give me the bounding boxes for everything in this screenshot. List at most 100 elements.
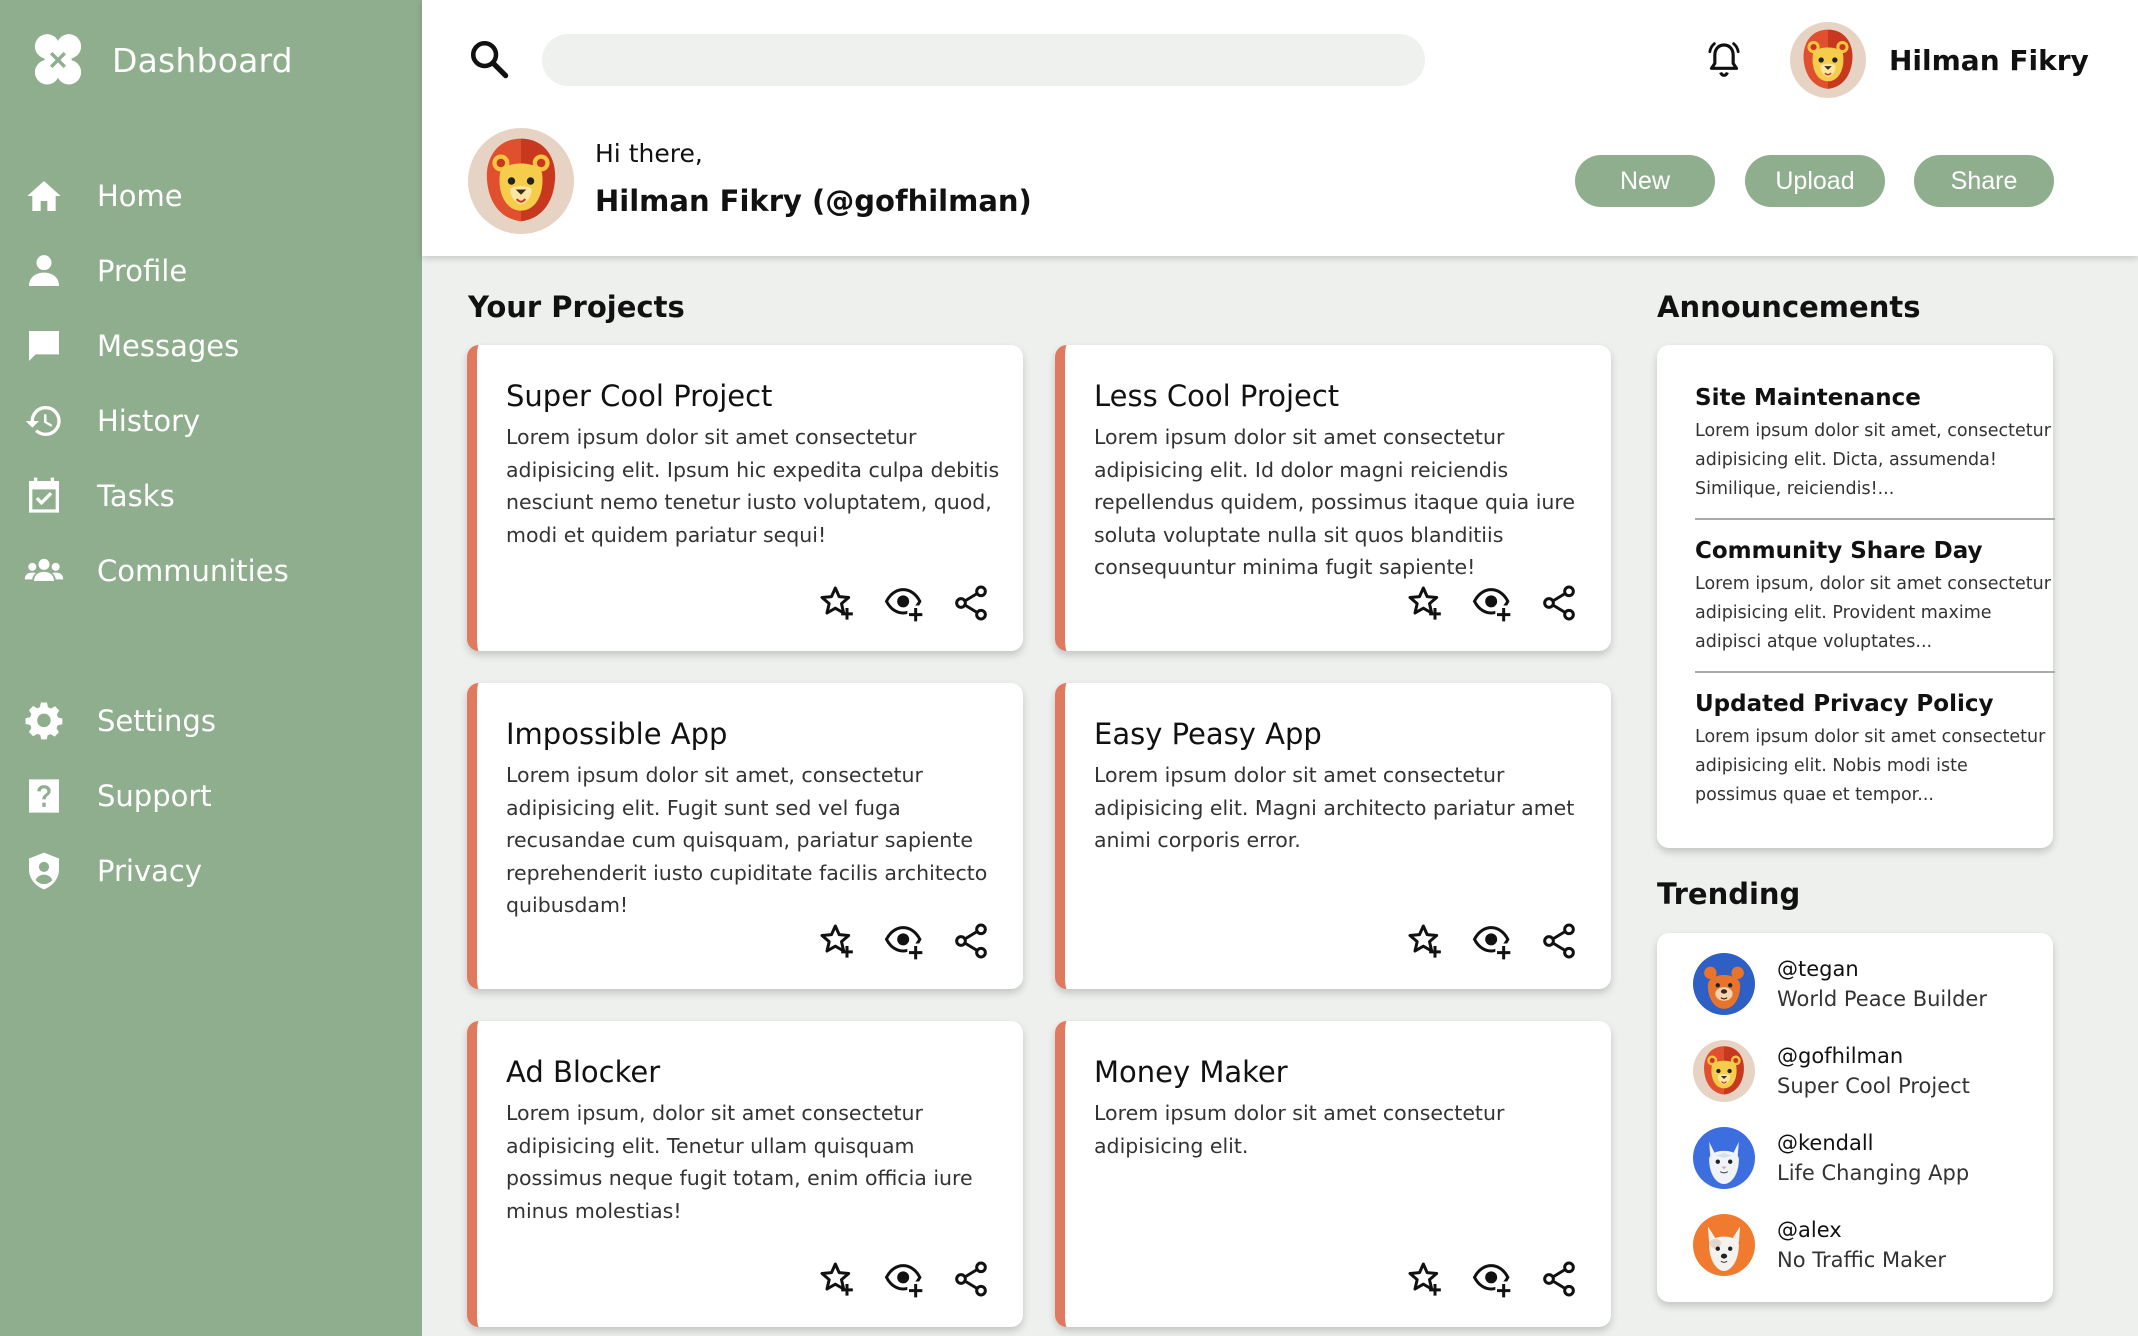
user-avatar[interactable] [1790,22,1866,98]
sidebar-item-history[interactable]: History [0,391,422,451]
project-description: Lorem ipsum dolor sit amet, consectetur … [506,763,988,917]
trending-item[interactable]: @gofhilman Super Cool Project [1693,1040,1970,1102]
sidebar-item-label: Home [97,179,183,213]
share-icon[interactable] [951,583,991,623]
trending-project: World Peace Builder [1777,987,1987,1011]
project-card[interactable]: Easy Peasy App Lorem ipsum dolor sit ame… [1055,683,1611,989]
project-title: Super Cool Project [506,379,773,413]
announcements-title: Announcements [1657,290,1921,324]
gear-icon [22,699,66,743]
sidebar-item-settings[interactable]: Settings [0,691,422,751]
project-description: Lorem ipsum dolor sit amet consectetur a… [1094,763,1575,852]
greeting-name: Hilman Fikry (@gofhilman) [595,184,1032,218]
project-description: Lorem ipsum dolor sit amet consectetur a… [506,425,1000,547]
trending-handle: @tegan [1777,957,1859,981]
star-plus-icon[interactable] [1405,583,1445,623]
announcement-item[interactable]: Community Share Day Lorem ipsum, dolor s… [1695,538,2055,657]
user-icon [22,249,66,293]
sidebar-item-support[interactable]: Support [0,766,422,826]
announcement-description: Lorem ipsum, dolor sit amet consectetur … [1695,574,2051,652]
trending-project: Super Cool Project [1777,1074,1970,1098]
bell-icon[interactable] [1704,40,1744,80]
project-card[interactable]: Impossible App Lorem ipsum dolor sit ame… [467,683,1023,989]
trending-item[interactable]: @alex No Traffic Maker [1693,1214,1946,1276]
clover-logo-icon [34,34,82,85]
trending-handle: @kendall [1777,1131,1874,1155]
announcement-item[interactable]: Site Maintenance Lorem ipsum dolor sit a… [1695,385,2055,504]
project-card[interactable]: Super Cool Project Lorem ipsum dolor sit… [467,345,1023,651]
star-plus-icon[interactable] [817,583,857,623]
trending-project: Life Changing App [1777,1161,1970,1185]
star-plus-icon[interactable] [817,1259,857,1299]
sidebar: Dashboard Home Profile Messages History … [0,0,422,1336]
dog-avatar [1693,1214,1755,1276]
shield-icon [22,849,66,893]
brand[interactable]: Dashboard [24,26,293,94]
eye-plus-icon[interactable] [1472,583,1512,623]
star-plus-icon[interactable] [1405,921,1445,961]
trending-handle: @alex [1777,1218,1842,1242]
greeting: Hi there, [595,139,703,168]
project-description: Lorem ipsum dolor sit amet consectetur a… [1094,1101,1505,1158]
upload-button[interactable]: Upload [1745,155,1885,207]
cat-avatar [1693,1127,1755,1189]
announcement-item[interactable]: Updated Privacy Policy Lorem ipsum dolor… [1695,691,2055,810]
sidebar-item-label: Messages [97,329,240,363]
project-card[interactable]: Money Maker Lorem ipsum dolor sit amet c… [1055,1021,1611,1327]
announcement-description: Lorem ipsum dolor sit amet, consectetur … [1695,421,2051,499]
help-icon [22,774,66,818]
project-title: Less Cool Project [1094,379,1340,413]
announcement-description: Lorem ipsum dolor sit amet consectetur a… [1695,727,2046,805]
share-icon[interactable] [951,1259,991,1299]
star-plus-icon[interactable] [1405,1259,1445,1299]
trending-project: No Traffic Maker [1777,1248,1946,1272]
sidebar-item-label: Tasks [97,479,175,513]
history-icon [22,399,66,443]
project-card[interactable]: Ad Blocker Lorem ipsum, dolor sit amet c… [467,1021,1023,1327]
eye-plus-icon[interactable] [884,921,924,961]
sidebar-item-label: Privacy [97,854,202,888]
sidebar-item-label: History [97,404,201,438]
project-card[interactable]: Less Cool Project Lorem ipsum dolor sit … [1055,345,1611,651]
trending-item[interactable]: @kendall Life Changing App [1693,1127,1969,1189]
divider [1695,671,2055,673]
trending-title: Trending [1657,877,1801,911]
sidebar-item-label: Settings [97,704,216,738]
projects-title: Your Projects [468,290,685,324]
user-name: Hilman Fikry [1889,44,2089,77]
sidebar-item-home[interactable]: Home [0,166,422,226]
search-icon[interactable] [468,38,510,80]
sidebar-item-messages[interactable]: Messages [0,316,422,376]
share-icon[interactable] [1539,921,1579,961]
users-icon [22,549,66,593]
bear-avatar [1693,953,1755,1015]
announcement-title: Community Share Day [1695,538,1983,564]
star-plus-icon[interactable] [817,921,857,961]
sidebar-item-privacy[interactable]: Privacy [0,841,422,901]
sidebar-item-label: Profile [97,254,188,288]
trending-item[interactable]: @tegan World Peace Builder [1693,953,1987,1015]
sidebar-item-profile[interactable]: Profile [0,241,422,301]
project-title: Easy Peasy App [1094,717,1322,751]
share-icon[interactable] [1539,1259,1579,1299]
lion-avatar [1693,1040,1755,1102]
eye-plus-icon[interactable] [884,1259,924,1299]
trending-panel: @tegan World Peace Builder @gofhilman Su… [1657,933,2053,1302]
share-icon[interactable] [951,921,991,961]
announcements-panel: Site Maintenance Lorem ipsum dolor sit a… [1657,345,2055,848]
sidebar-item-tasks[interactable]: Tasks [0,466,422,526]
app-title: Dashboard [112,40,293,80]
trending-handle: @gofhilman [1777,1044,1904,1068]
search-input[interactable] [542,34,1425,86]
eye-plus-icon[interactable] [1472,1259,1512,1299]
project-description: Lorem ipsum dolor sit amet consectetur a… [1094,425,1575,579]
eye-plus-icon[interactable] [884,583,924,623]
new-button[interactable]: New [1575,155,1715,207]
eye-plus-icon[interactable] [1472,921,1512,961]
announcement-title: Updated Privacy Policy [1695,691,1994,717]
share-button[interactable]: Share [1914,155,2054,207]
sidebar-item-communities[interactable]: Communities [0,541,422,601]
share-icon[interactable] [1539,583,1579,623]
calendar-check-icon [22,474,66,518]
header: Hilman Fikry Hi there, Hilman Fikry (@go… [422,0,2138,256]
